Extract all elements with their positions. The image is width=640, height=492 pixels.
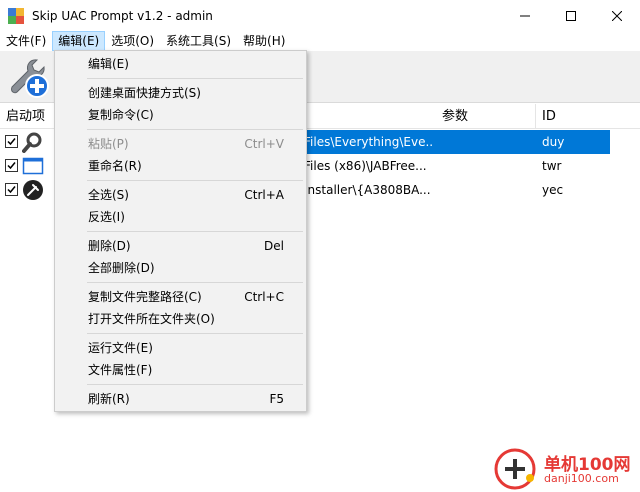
menu-item-file-properties[interactable]: 文件属性(F) bbox=[55, 359, 306, 381]
window-controls bbox=[502, 0, 640, 31]
row-path: Installer\{A3808BA... bbox=[304, 183, 431, 197]
window-icon bbox=[22, 157, 44, 175]
minimize-button[interactable] bbox=[502, 0, 548, 31]
close-icon bbox=[612, 10, 622, 21]
row-path: Files\Everything\Eve... bbox=[304, 135, 432, 149]
pin-icon bbox=[23, 180, 43, 200]
row-path: Files (x86)\JABFree... bbox=[304, 159, 427, 173]
search-icon bbox=[22, 132, 42, 153]
menu-item-paste[interactable]: 粘贴(P) Ctrl+V bbox=[55, 133, 306, 155]
app-icon bbox=[8, 7, 24, 24]
watermark-logo: 单机100网 danji100.com bbox=[490, 446, 640, 492]
menu-item-open-folder[interactable]: 打开文件所在文件夹(O) bbox=[55, 308, 306, 330]
edit-dropdown-menu: 编辑(E) 创建桌面快捷方式(S) 复制命令(C) 粘贴(P) Ctrl+V 重… bbox=[54, 50, 307, 412]
menu-edit[interactable]: 编辑(E) bbox=[52, 31, 106, 51]
menu-options[interactable]: 选项(O) bbox=[105, 31, 160, 51]
minimize-icon bbox=[520, 15, 530, 16]
menu-item-copy-full-path[interactable]: 复制文件完整路径(C) Ctrl+C bbox=[55, 286, 306, 308]
title-bar: Skip UAC Prompt v1.2 - admin bbox=[0, 0, 640, 31]
menu-item-delete-all[interactable]: 全部删除(D) bbox=[55, 257, 306, 279]
menu-item-edit[interactable]: 编辑(E) bbox=[55, 53, 306, 75]
menu-item-refresh[interactable]: 刷新(R) F5 bbox=[55, 388, 306, 410]
menu-item-copy-command[interactable]: 复制命令(C) bbox=[55, 104, 306, 126]
column-header-id[interactable]: ID bbox=[536, 104, 640, 129]
watermark-plus-icon bbox=[494, 448, 536, 490]
row-id: yec bbox=[542, 183, 564, 197]
menu-item-invert-selection[interactable]: 反选(I) bbox=[55, 206, 306, 228]
add-tool-icon[interactable] bbox=[6, 55, 50, 99]
row-checkbox[interactable] bbox=[5, 135, 18, 148]
check-icon bbox=[7, 186, 16, 194]
menu-system-tools[interactable]: 系统工具(S) bbox=[160, 31, 237, 51]
window-title: Skip UAC Prompt v1.2 - admin bbox=[32, 8, 213, 23]
maximize-icon bbox=[566, 10, 576, 21]
menu-file[interactable]: 文件(F) bbox=[0, 31, 52, 51]
row-checkbox[interactable] bbox=[5, 159, 18, 172]
check-icon bbox=[7, 162, 16, 170]
row-checkbox[interactable] bbox=[5, 183, 18, 196]
row-id: duy bbox=[542, 135, 565, 149]
menu-help[interactable]: 帮助(H) bbox=[237, 31, 291, 51]
column-header-params[interactable]: 参数 bbox=[436, 104, 536, 129]
close-button[interactable] bbox=[594, 0, 640, 31]
check-icon bbox=[7, 138, 16, 146]
menu-bar: 文件(F) 编辑(E) 选项(O) 系统工具(S) 帮助(H) bbox=[0, 31, 640, 51]
menu-item-create-shortcut[interactable]: 创建桌面快捷方式(S) bbox=[55, 82, 306, 104]
menu-item-rename[interactable]: 重命名(R) bbox=[55, 155, 306, 177]
maximize-button[interactable] bbox=[548, 0, 594, 31]
menu-item-run-file[interactable]: 运行文件(E) bbox=[55, 337, 306, 359]
watermark-url: danji100.com bbox=[544, 472, 619, 485]
menu-item-select-all[interactable]: 全选(S) Ctrl+A bbox=[55, 184, 306, 206]
row-id: twr bbox=[542, 159, 562, 173]
menu-item-delete[interactable]: 删除(D) Del bbox=[55, 235, 306, 257]
